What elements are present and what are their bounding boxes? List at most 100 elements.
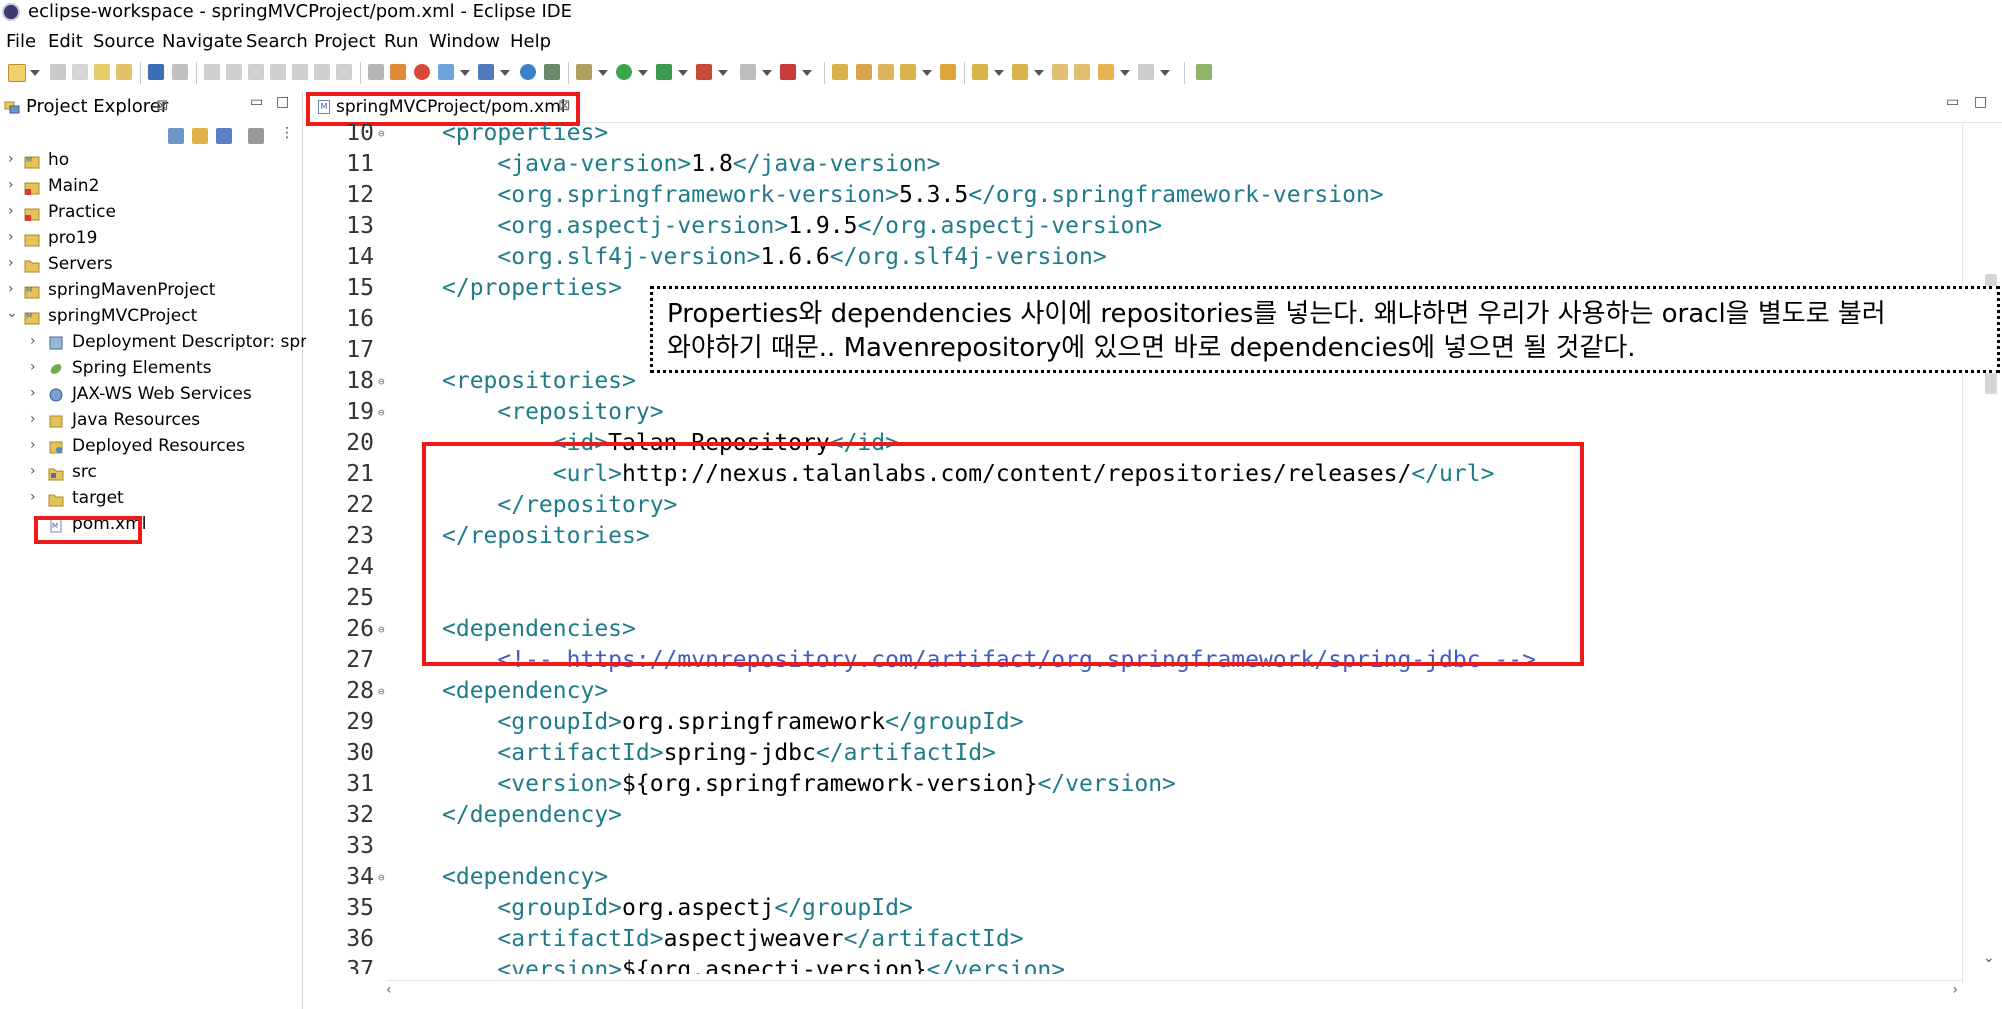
suspend-icon[interactable]: [226, 64, 242, 80]
step-into-icon[interactable]: [292, 64, 308, 80]
debug-icon[interactable]: [576, 64, 592, 80]
expand-arrow-icon[interactable]: ›: [30, 333, 36, 349]
open-type-icon[interactable]: [94, 64, 110, 80]
close-icon[interactable]: ⊠: [156, 96, 169, 114]
edit-forward-icon[interactable]: [1074, 64, 1090, 80]
new-window-icon[interactable]: [1196, 64, 1212, 80]
more-options-icon[interactable]: ⋮: [280, 125, 294, 141]
terminate-icon[interactable]: [248, 64, 264, 80]
server-dropdown-icon[interactable]: [460, 70, 470, 76]
maximize-icon[interactable]: □: [1974, 94, 1987, 110]
code-line[interactable]: 30 <artifactId>spring-jdbc</artifactId>: [306, 738, 1962, 769]
pin-icon[interactable]: [900, 64, 916, 80]
code-line[interactable]: 29 <groupId>org.springframework</groupId…: [306, 707, 1962, 738]
code-line[interactable]: 34 ⊖ <dependency>: [306, 862, 1962, 893]
tree-item-springmavenproject[interactable]: › M springMavenProject: [0, 278, 302, 304]
back-icon[interactable]: [1098, 64, 1114, 80]
tree-item-servers[interactable]: › Servers: [0, 252, 302, 278]
toggle-mark-icon[interactable]: [878, 64, 894, 80]
debug-dropdown-icon[interactable]: [598, 70, 608, 76]
project-explorer-tab[interactable]: Project Explorer ⊠: [0, 92, 178, 122]
external-tools-dropdown-icon[interactable]: [802, 70, 812, 76]
maximize-icon[interactable]: □: [276, 94, 289, 110]
code-line[interactable]: 12 <org.springframework-version>5.3.5</o…: [306, 180, 1962, 211]
tree-item-jax-ws[interactable]: › JAX-WS Web Services: [0, 382, 302, 408]
code-line[interactable]: 10 ⊖ <properties>: [306, 124, 1962, 149]
next-annotation-dropdown-icon[interactable]: [994, 70, 1004, 76]
expand-arrow-icon[interactable]: ›: [30, 359, 36, 375]
step-return-icon[interactable]: [336, 64, 352, 80]
code-line[interactable]: 33: [306, 831, 1962, 862]
expand-arrow-icon[interactable]: ›: [8, 177, 14, 193]
tree-item-deployment-descriptor[interactable]: › Deployment Descriptor: spring: [0, 330, 333, 356]
expand-arrow-icon[interactable]: ›: [30, 437, 36, 453]
run-dropdown-icon[interactable]: [638, 70, 648, 76]
forward-dropdown-icon[interactable]: [1160, 70, 1170, 76]
remote-icon[interactable]: [544, 64, 560, 80]
previous-annotation-dropdown-icon[interactable]: [1034, 70, 1044, 76]
stop-dropdown-icon[interactable]: [762, 70, 772, 76]
code-line[interactable]: 19 ⊖ <repository>: [306, 397, 1962, 428]
menu-run[interactable]: Run: [384, 31, 419, 52]
skip-breakpoints-icon[interactable]: [172, 64, 188, 80]
folder-open-icon[interactable]: [940, 64, 956, 80]
search-icon[interactable]: [390, 64, 406, 80]
code-line[interactable]: 28 ⊖ <dependency>: [306, 676, 1962, 707]
expand-arrow-icon[interactable]: ›: [30, 489, 36, 505]
stop-icon[interactable]: [740, 64, 756, 80]
tree-item-java-resources[interactable]: › Java Resources: [0, 408, 302, 434]
code-line[interactable]: 13 <org.aspectj-version>1.9.5</org.aspec…: [306, 211, 1962, 242]
minimize-icon[interactable]: ▭: [1946, 94, 1959, 110]
tree-item-ho[interactable]: › M ho: [0, 148, 302, 174]
resume-icon[interactable]: [204, 64, 220, 80]
vertical-scrollbar[interactable]: ⌄: [1962, 124, 2002, 984]
tree-item-main2[interactable]: › Main2: [0, 174, 302, 200]
last-edit-icon[interactable]: [1052, 64, 1068, 80]
menu-edit[interactable]: Edit: [48, 31, 83, 52]
fold-toggle-icon[interactable]: ⊖: [378, 676, 385, 707]
previous-annotation-icon[interactable]: [1012, 64, 1028, 80]
menu-search[interactable]: Search: [246, 31, 308, 52]
run-server-icon[interactable]: [656, 64, 672, 80]
new-server-icon[interactable]: [438, 64, 454, 80]
code-line[interactable]: 36 <artifactId>aspectjweaver</artifactId…: [306, 924, 1962, 955]
tree-item-src[interactable]: › src: [0, 460, 302, 486]
terminal-icon[interactable]: [148, 64, 164, 80]
menu-project[interactable]: Project: [314, 31, 376, 52]
tree-item-target[interactable]: › target: [0, 486, 302, 512]
collapse-all-icon[interactable]: [168, 128, 184, 144]
minimize-icon[interactable]: ▭: [250, 94, 263, 110]
menu-file[interactable]: File: [6, 31, 36, 52]
class-dropdown-icon[interactable]: [500, 70, 510, 76]
open-perspective-icon[interactable]: [832, 64, 848, 80]
scroll-right-icon[interactable]: ›: [1952, 982, 1958, 998]
menu-navigate[interactable]: Navigate: [162, 31, 243, 52]
disconnect-icon[interactable]: [270, 64, 286, 80]
open-task-icon[interactable]: [116, 64, 132, 80]
menu-source[interactable]: Source: [93, 31, 155, 52]
expand-arrow-icon[interactable]: ›: [8, 151, 14, 167]
forward-icon[interactable]: [1138, 64, 1154, 80]
expand-arrow-icon[interactable]: ›: [8, 281, 14, 297]
tree-item-pro19[interactable]: › pro19: [0, 226, 302, 252]
open-console-icon[interactable]: [368, 64, 384, 80]
horizontal-scrollbar[interactable]: ‹ ›: [386, 980, 1962, 1003]
pin-dropdown-icon[interactable]: [922, 70, 932, 76]
code-line[interactable]: 11 <java-version>1.8</java-version>: [306, 149, 1962, 180]
expand-arrow-icon[interactable]: ›: [8, 255, 14, 271]
step-over-icon[interactable]: [314, 64, 330, 80]
new-icon[interactable]: [8, 64, 26, 82]
fold-toggle-icon[interactable]: ⊖: [378, 862, 385, 893]
external-tools-icon[interactable]: [780, 64, 796, 80]
menu-window[interactable]: Window: [429, 31, 500, 52]
code-line[interactable]: 31 <version>${org.springframework-versio…: [306, 769, 1962, 800]
back-dropdown-icon[interactable]: [1120, 70, 1130, 76]
code-line[interactable]: 37 <version>${org.aspectj-version}</vers…: [306, 955, 1962, 974]
filter-icon[interactable]: [216, 128, 232, 144]
tree-item-practice[interactable]: › Practice: [0, 200, 302, 226]
coverage-dropdown-icon[interactable]: [718, 70, 728, 76]
expand-arrow-icon[interactable]: ›: [8, 203, 14, 219]
link-with-editor-icon[interactable]: [192, 128, 208, 144]
code-line[interactable]: 32 </dependency>: [306, 800, 1962, 831]
new-class-icon[interactable]: [478, 64, 494, 80]
